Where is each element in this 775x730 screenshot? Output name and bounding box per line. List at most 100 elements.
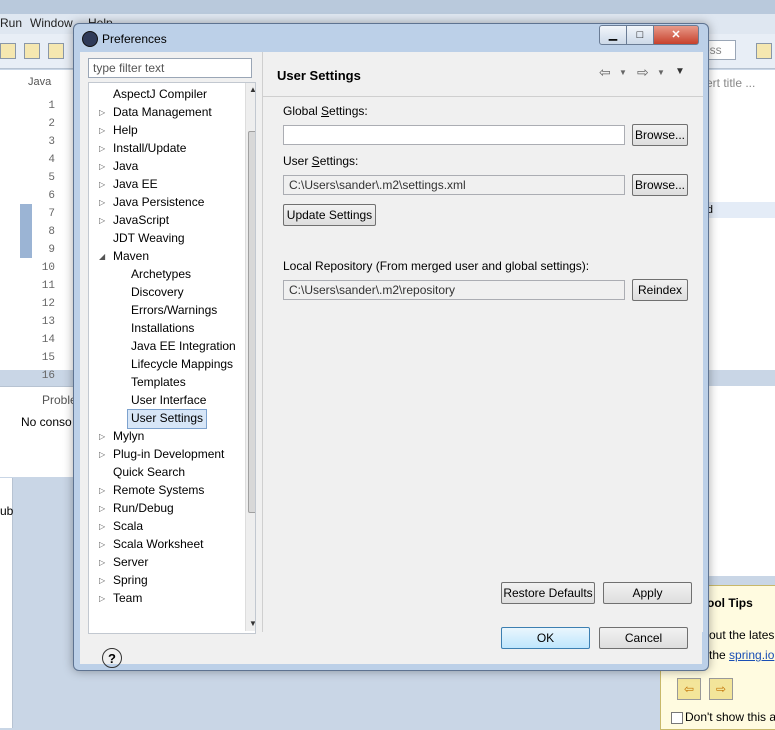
outline-row[interactable]: ld [700, 202, 775, 218]
prev-tip-icon[interactable]: ⇦ [677, 678, 701, 700]
editor-tab[interactable]: Java [28, 76, 51, 88]
tree-item-user-interface[interactable]: User Interface [131, 391, 206, 409]
preference-tree[interactable]: AspectJ Compiler ▷ Data Management ▷ Help ▷ In… [88, 82, 256, 634]
problems-tab[interactable]: Proble [42, 393, 77, 407]
expand-arrow-icon[interactable]: ▷ [99, 432, 105, 441]
update-settings-button[interactable]: Update Settings [283, 204, 376, 226]
apply-button[interactable]: Apply [603, 582, 692, 604]
help-icon[interactable]: ? [102, 648, 122, 668]
back-dropdown-icon[interactable]: ▼ [619, 68, 627, 77]
tree-item-jdt-weaving[interactable]: JDT Weaving [113, 229, 185, 247]
tree-item-remote-systems[interactable]: Remote Systems [113, 481, 204, 499]
tree-item-server[interactable]: Server [113, 553, 148, 571]
menu-run[interactable]: Run [0, 16, 22, 30]
tree-item-aspectj-compiler[interactable]: AspectJ Compiler [113, 85, 207, 103]
toolbar-icon[interactable] [24, 43, 40, 59]
dialog-titlebar[interactable]: Preferences ▁ □ ✕ [74, 24, 708, 52]
line-number: 6 [48, 190, 55, 202]
expand-arrow-icon[interactable]: ▷ [99, 504, 105, 513]
local-repository-input[interactable]: C:\Users\sander\.m2\repository [283, 280, 625, 300]
tree-scrollbar[interactable]: ▲ ▼ [245, 83, 255, 631]
os-title-strip [0, 0, 775, 14]
tree-item-run-debug[interactable]: Run/Debug [113, 499, 174, 517]
expand-arrow-icon[interactable]: ▷ [99, 594, 105, 603]
expand-arrow-icon[interactable]: ▷ [99, 576, 105, 585]
user-browse-button[interactable]: Browse... [632, 174, 688, 196]
tree-item-help[interactable]: Help [113, 121, 138, 139]
restore-defaults-button[interactable]: Restore Defaults [501, 582, 595, 604]
line-number: 15 [41, 352, 55, 364]
expand-arrow-icon[interactable]: ▷ [99, 486, 105, 495]
tree-item-discovery[interactable]: Discovery [131, 283, 184, 301]
back-icon[interactable]: ⇦ [599, 64, 611, 81]
expand-arrow-icon[interactable]: ▷ [99, 540, 105, 549]
maximize-button[interactable]: □ [626, 25, 654, 45]
view-menu-icon[interactable]: ▼ [675, 66, 685, 77]
console-view: Proble No conso [0, 386, 80, 477]
tree-item-scala-worksheet[interactable]: Scala Worksheet [113, 535, 204, 553]
tree-item-java-persistence[interactable]: Java Persistence [113, 193, 204, 211]
tree-item-team[interactable]: Team [113, 589, 142, 607]
expand-arrow-icon[interactable]: ▷ [99, 108, 105, 117]
forward-dropdown-icon[interactable]: ▼ [657, 68, 665, 77]
tree-item-mylyn[interactable]: Mylyn [113, 427, 144, 445]
tree-item-maven[interactable]: Maven [113, 247, 149, 265]
menu-window[interactable]: Window [30, 16, 73, 30]
reindex-button[interactable]: Reindex [632, 279, 688, 301]
tree-item-java-ee[interactable]: Java EE [113, 175, 158, 193]
dont-show-checkbox[interactable] [671, 712, 683, 724]
tree-item-templates[interactable]: Templates [131, 373, 186, 391]
filter-input[interactable]: type filter text [88, 58, 252, 78]
expand-arrow-icon[interactable]: ▷ [99, 216, 105, 225]
tree-item-plug-in-development[interactable]: Plug-in Development [113, 445, 224, 463]
tree-item-errors-warnings[interactable]: Errors/Warnings [131, 301, 217, 319]
tree-item-archetypes[interactable]: Archetypes [131, 265, 191, 283]
expand-arrow-icon[interactable]: ▷ [99, 198, 105, 207]
toolbar-icon[interactable] [0, 43, 16, 59]
collapse-arrow-icon[interactable]: ◢ [99, 252, 105, 261]
scroll-up-icon[interactable]: ▲ [249, 85, 255, 94]
expand-arrow-icon[interactable]: ▷ [99, 162, 105, 171]
next-tip-icon[interactable]: ⇨ [709, 678, 733, 700]
scroll-down-icon[interactable]: ▼ [249, 619, 255, 628]
expand-arrow-icon[interactable]: ▷ [99, 144, 105, 153]
header-separator [263, 96, 703, 97]
expand-arrow-icon[interactable]: ▷ [99, 180, 105, 189]
tree-item-user-settings[interactable]: User Settings [127, 409, 208, 429]
spring-link[interactable]: spring.io [729, 648, 774, 662]
tree-item-lifecycle-mappings[interactable]: Lifecycle Mappings [131, 355, 233, 373]
outline-hint: ert title ... [706, 76, 756, 90]
line-number: 14 [41, 334, 55, 346]
forward-icon[interactable]: ⇨ [637, 64, 649, 81]
tree-item-java[interactable]: Java [113, 157, 138, 175]
toolbar-icon[interactable] [48, 43, 64, 59]
tree-item-data-management[interactable]: Data Management [113, 103, 212, 121]
scroll-thumb[interactable] [248, 131, 255, 513]
tree-item-install-update[interactable]: Install/Update [113, 139, 186, 157]
global-settings-input[interactable] [283, 125, 625, 145]
close-button[interactable]: ✕ [653, 25, 699, 45]
user-settings-input[interactable]: C:\Users\sander\.m2\settings.xml [283, 175, 625, 195]
cancel-button[interactable]: Cancel [599, 627, 688, 649]
ok-button[interactable]: OK [501, 627, 590, 649]
global-browse-button[interactable]: Browse... [632, 124, 688, 146]
dialog-client: type filter text AspectJ Compiler ▷ Data M… [80, 52, 703, 668]
expand-arrow-icon[interactable]: ▷ [99, 126, 105, 135]
expand-arrow-icon[interactable]: ▷ [99, 450, 105, 459]
left-tab[interactable]: ub [0, 504, 13, 518]
tree-item-quick-search[interactable]: Quick Search [113, 463, 185, 481]
tree-item-scala[interactable]: Scala [113, 517, 143, 535]
tips-line-1: out the lates [709, 628, 775, 642]
tree-item-installations[interactable]: Installations [131, 319, 194, 337]
tree-item-javascript[interactable]: JavaScript [113, 211, 169, 229]
preferences-dialog: Preferences ▁ □ ✕ type filter text Aspec… [73, 23, 709, 671]
tree-item-java-ee-integration[interactable]: Java EE Integration [131, 337, 236, 355]
expand-arrow-icon[interactable]: ▷ [99, 558, 105, 567]
tips-line-2: the spring.io [709, 648, 775, 662]
expand-arrow-icon[interactable]: ▷ [99, 522, 105, 531]
perspective-icon[interactable] [756, 43, 772, 59]
line-number: 5 [48, 172, 55, 184]
minimize-button[interactable]: ▁ [599, 25, 627, 45]
eclipse-icon [82, 31, 98, 47]
tree-item-spring[interactable]: Spring [113, 571, 148, 589]
